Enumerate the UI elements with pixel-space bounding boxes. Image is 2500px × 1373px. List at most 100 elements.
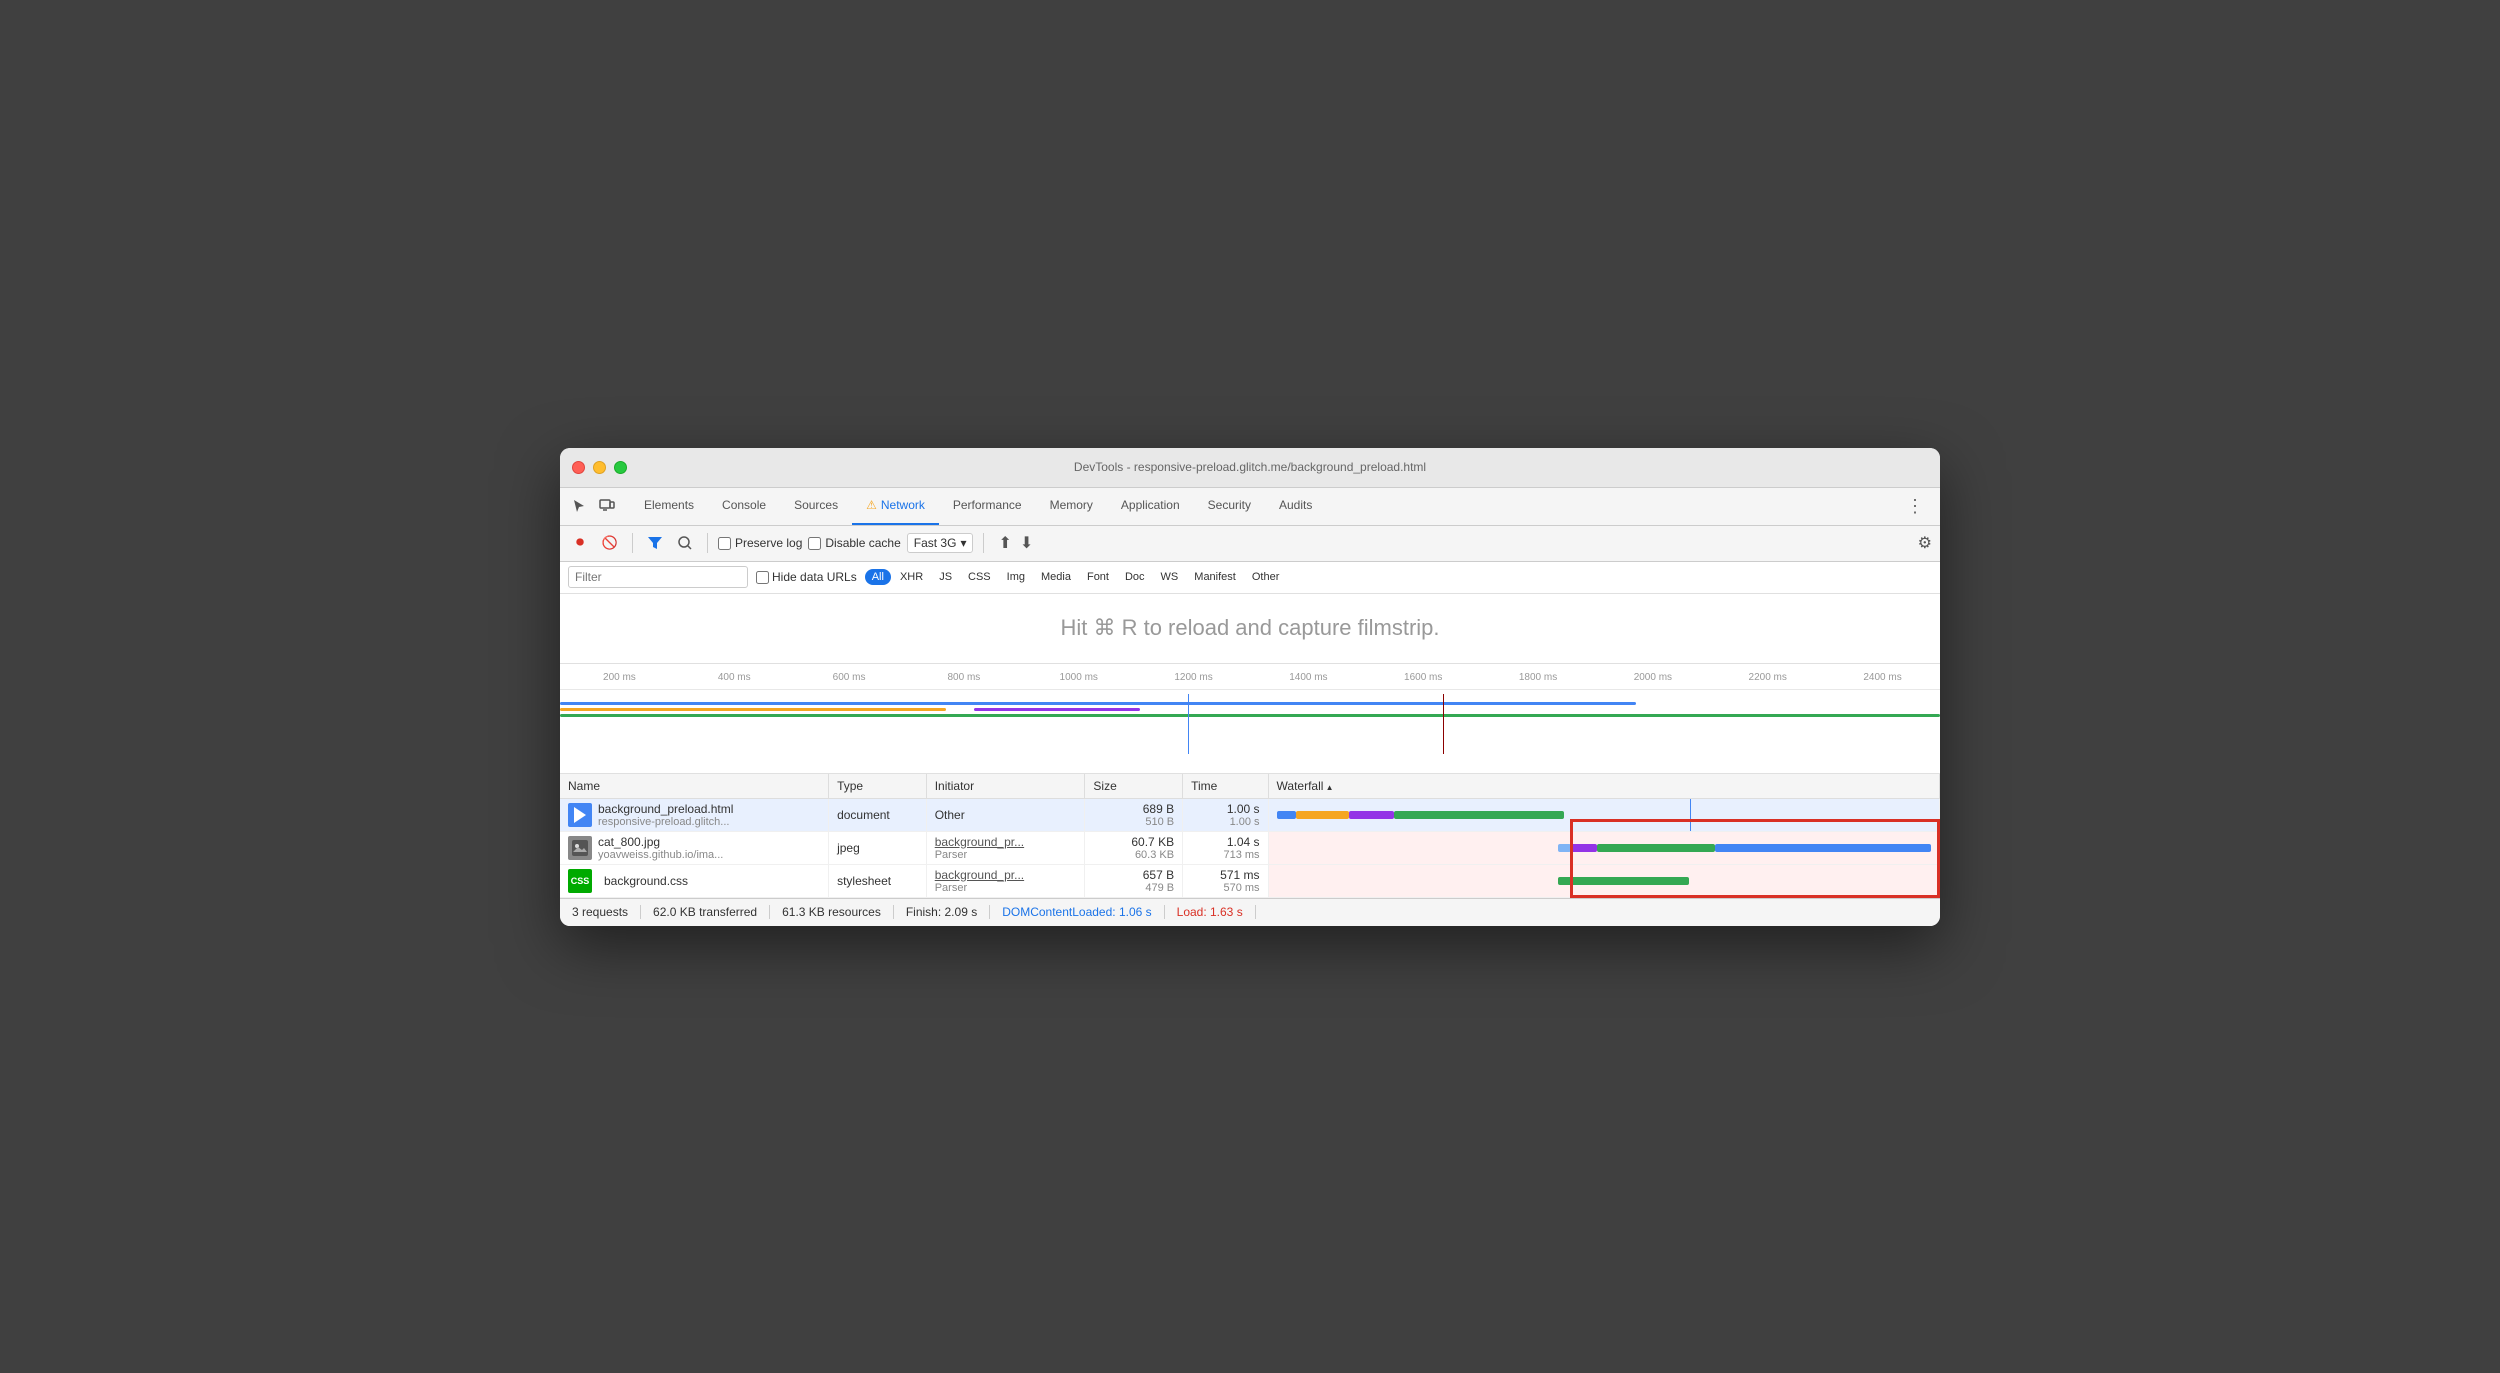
initiator-link-2[interactable]: background_pr... xyxy=(935,835,1024,849)
filter-type-js[interactable]: JS xyxy=(932,569,959,585)
col-size[interactable]: Size xyxy=(1085,774,1183,799)
table-row[interactable]: background_preload.html responsive-prelo… xyxy=(560,798,1940,831)
tab-sources[interactable]: Sources xyxy=(780,487,852,525)
disable-cache-checkbox[interactable]: Disable cache xyxy=(808,536,900,550)
tab-memory[interactable]: Memory xyxy=(1036,487,1107,525)
window-title: DevTools - responsive-preload.glitch.me/… xyxy=(1074,460,1426,474)
file-icon-html xyxy=(568,803,592,827)
separator-2 xyxy=(707,533,708,553)
file-icon-jpg xyxy=(568,836,592,860)
filter-type-img[interactable]: Img xyxy=(1000,569,1032,585)
timeline-bars xyxy=(560,694,1940,754)
import-export-buttons: ⬆ ⬇ xyxy=(998,533,1033,553)
col-time[interactable]: Time xyxy=(1183,774,1268,799)
filter-type-font[interactable]: Font xyxy=(1080,569,1116,585)
timeline-label-1400: 1400 ms xyxy=(1251,672,1366,683)
timeline-label-800: 800 ms xyxy=(906,672,1021,683)
initiator-link-3[interactable]: background_pr... xyxy=(935,868,1024,882)
clear-button[interactable]: 🚫 xyxy=(598,531,622,555)
tl-bar-blue xyxy=(560,702,1636,705)
cell-type-3: stylesheet xyxy=(829,864,927,897)
timeline-label-2400: 2400 ms xyxy=(1825,672,1940,683)
col-type[interactable]: Type xyxy=(829,774,927,799)
filter-type-ws[interactable]: WS xyxy=(1154,569,1186,585)
maximize-button[interactable] xyxy=(614,461,627,474)
devtools-tab-bar: Elements Console Sources ⚠ Network Perfo… xyxy=(560,488,1940,526)
timeline-label-600: 600 ms xyxy=(792,672,907,683)
tab-security[interactable]: Security xyxy=(1194,487,1265,525)
tab-audits[interactable]: Audits xyxy=(1265,487,1326,525)
table-row[interactable]: CSS background.css stylesheet background… xyxy=(560,864,1940,897)
cell-name-3: CSS background.css xyxy=(560,864,829,897)
file-domain-2: yoavweiss.github.io/ima... xyxy=(598,849,723,861)
warn-icon: ⚠ xyxy=(866,498,877,512)
filter-icon[interactable] xyxy=(643,531,667,555)
separator-3 xyxy=(983,533,984,553)
filter-type-manifest[interactable]: Manifest xyxy=(1187,569,1243,585)
table-row[interactable]: cat_800.jpg yoavweiss.github.io/ima... j… xyxy=(560,831,1940,864)
network-table: Name Type Initiator Size Time Waterfall xyxy=(560,774,1940,898)
tab-console[interactable]: Console xyxy=(708,487,780,525)
upload-button[interactable]: ⬆ xyxy=(998,533,1011,553)
hide-data-urls-checkbox[interactable]: Hide data URLs xyxy=(756,570,857,584)
cell-type-2: jpeg xyxy=(829,831,927,864)
network-toolbar: ⏺ 🚫 Preserve log Disable cache Fast 3G ▾… xyxy=(560,526,1940,562)
cursor-icon[interactable] xyxy=(568,495,590,517)
tl-bar-orange xyxy=(560,708,946,711)
filter-bar: Hide data URLs All XHR JS CSS Img Media … xyxy=(560,562,1940,594)
record-button[interactable]: ⏺ xyxy=(568,531,592,555)
cell-size-2: 60.7 KB 60.3 KB xyxy=(1085,831,1183,864)
hide-data-urls-input[interactable] xyxy=(756,571,769,584)
file-name-2: cat_800.jpg xyxy=(598,835,723,849)
col-waterfall[interactable]: Waterfall xyxy=(1268,774,1939,799)
filter-type-xhr[interactable]: XHR xyxy=(893,569,930,585)
timeline-label-1600: 1600 ms xyxy=(1366,672,1481,683)
tab-network[interactable]: ⚠ Network xyxy=(852,487,939,525)
tl-bar-purple xyxy=(974,708,1140,711)
timeline-label-1000: 1000 ms xyxy=(1021,672,1136,683)
cell-initiator-3: background_pr... Parser xyxy=(926,864,1085,897)
network-table-wrapper: Name Type Initiator Size Time Waterfall xyxy=(560,774,1940,898)
cell-type-1: document xyxy=(829,798,927,831)
tl-bar-green xyxy=(560,714,1940,717)
download-button[interactable]: ⬇ xyxy=(1020,533,1033,553)
filmstrip-area: Hit ⌘ R to reload and capture filmstrip. xyxy=(560,594,1940,664)
preserve-log-input[interactable] xyxy=(718,537,731,550)
tab-application[interactable]: Application xyxy=(1107,487,1194,525)
tl-vline-darkred xyxy=(1443,694,1444,754)
tab-elements[interactable]: Elements xyxy=(630,487,708,525)
minimize-button[interactable] xyxy=(593,461,606,474)
cell-waterfall-3 xyxy=(1268,864,1939,897)
search-icon[interactable] xyxy=(673,531,697,555)
file-name-1: background_preload.html xyxy=(598,802,733,816)
devtools-window: DevTools - responsive-preload.glitch.me/… xyxy=(560,448,1940,926)
filter-type-media[interactable]: Media xyxy=(1034,569,1078,585)
timeline-label-1200: 1200 ms xyxy=(1136,672,1251,683)
cell-initiator-2: background_pr... Parser xyxy=(926,831,1085,864)
title-bar: DevTools - responsive-preload.glitch.me/… xyxy=(560,448,1940,488)
cell-waterfall-2 xyxy=(1268,831,1939,864)
cell-time-1: 1.00 s 1.00 s xyxy=(1183,798,1268,831)
filter-input[interactable] xyxy=(568,566,748,588)
filter-type-css[interactable]: CSS xyxy=(961,569,998,585)
filter-type-doc[interactable]: Doc xyxy=(1118,569,1152,585)
cell-name-1: background_preload.html responsive-prelo… xyxy=(560,798,829,831)
filter-type-all[interactable]: All xyxy=(865,569,891,585)
disable-cache-input[interactable] xyxy=(808,537,821,550)
status-load: Load: 1.63 s xyxy=(1165,905,1256,919)
col-name[interactable]: Name xyxy=(560,774,829,799)
device-icon[interactable] xyxy=(596,495,618,517)
cell-time-3: 571 ms 570 ms xyxy=(1183,864,1268,897)
timeline-label-400: 400 ms xyxy=(677,672,792,683)
filter-type-other[interactable]: Other xyxy=(1245,569,1287,585)
col-initiator[interactable]: Initiator xyxy=(926,774,1085,799)
more-tabs-button[interactable]: ⋮ xyxy=(1898,496,1932,517)
file-icon-css: CSS xyxy=(568,869,592,893)
close-button[interactable] xyxy=(572,461,585,474)
tab-performance[interactable]: Performance xyxy=(939,487,1036,525)
throttle-select[interactable]: Fast 3G ▾ xyxy=(907,533,974,553)
preserve-log-checkbox[interactable]: Preserve log xyxy=(718,536,802,550)
status-resources: 61.3 KB resources xyxy=(770,905,894,919)
settings-button[interactable]: ⚙ xyxy=(1918,533,1932,553)
filmstrip-hint: Hit ⌘ R to reload and capture filmstrip. xyxy=(1060,615,1439,641)
